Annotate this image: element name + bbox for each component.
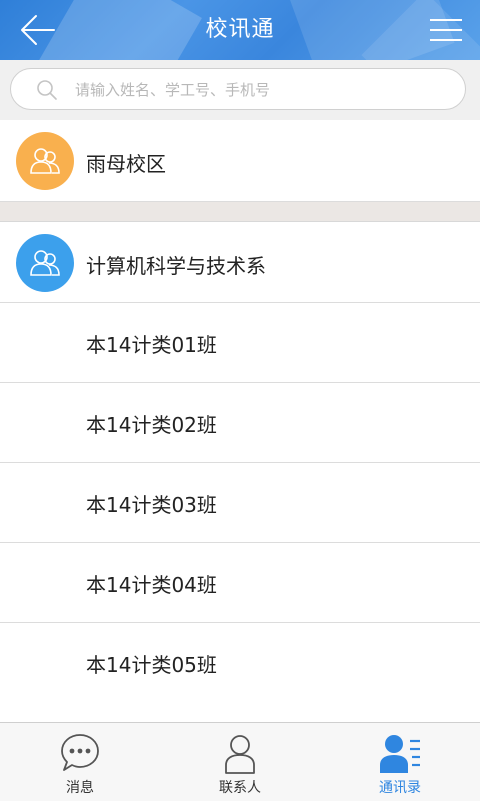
tab-label: 消息 [66, 780, 94, 796]
page-title: 校讯通 [205, 17, 275, 42]
department-name: 计算机科学与技术系 [86, 254, 266, 278]
department-group-row[interactable]: 计算机科学与技术系 [0, 222, 480, 303]
class-name: 本14计类02班 [86, 413, 217, 437]
app-header: 校讯通 [0, 0, 480, 60]
tab-label: 通讯录 [379, 780, 421, 796]
person-icon [225, 735, 255, 774]
class-name: 本14计类03班 [86, 493, 217, 517]
campus-name: 雨母校区 [86, 152, 166, 176]
menu-button[interactable] [426, 10, 466, 50]
class-row[interactable]: 本14计类04班 [0, 543, 480, 623]
group-icon [30, 148, 60, 174]
class-row[interactable]: 本14计类05班 [0, 623, 480, 703]
search-bar [0, 60, 480, 121]
class-name: 本14计类05班 [86, 653, 217, 677]
search-input[interactable] [73, 69, 457, 111]
tab-contacts[interactable]: 联系人 [160, 723, 320, 801]
tab-directory[interactable]: 通讯录 [320, 723, 480, 801]
group-icon [30, 250, 60, 276]
campus-group-row[interactable]: 雨母校区 [0, 120, 480, 202]
tab-label: 联系人 [219, 780, 261, 796]
hamburger-menu-icon [430, 19, 462, 41]
class-name: 本14计类04班 [86, 573, 217, 597]
group-avatar [16, 132, 74, 190]
group-avatar [16, 234, 74, 292]
search-icon [37, 80, 57, 100]
tab-messages[interactable]: 消息 [0, 723, 160, 801]
class-name: 本14计类01班 [86, 333, 217, 357]
class-row[interactable]: 本14计类02班 [0, 383, 480, 463]
class-row[interactable]: 本14计类03班 [0, 463, 480, 543]
section-divider [0, 202, 480, 222]
bottom-tab-bar: 消息 联系人 通讯录 [0, 722, 480, 801]
class-row[interactable]: 本14计类01班 [0, 303, 480, 383]
chat-bubble-icon [61, 734, 99, 771]
search-field[interactable] [10, 68, 466, 111]
contacts-list-icon [380, 735, 420, 773]
